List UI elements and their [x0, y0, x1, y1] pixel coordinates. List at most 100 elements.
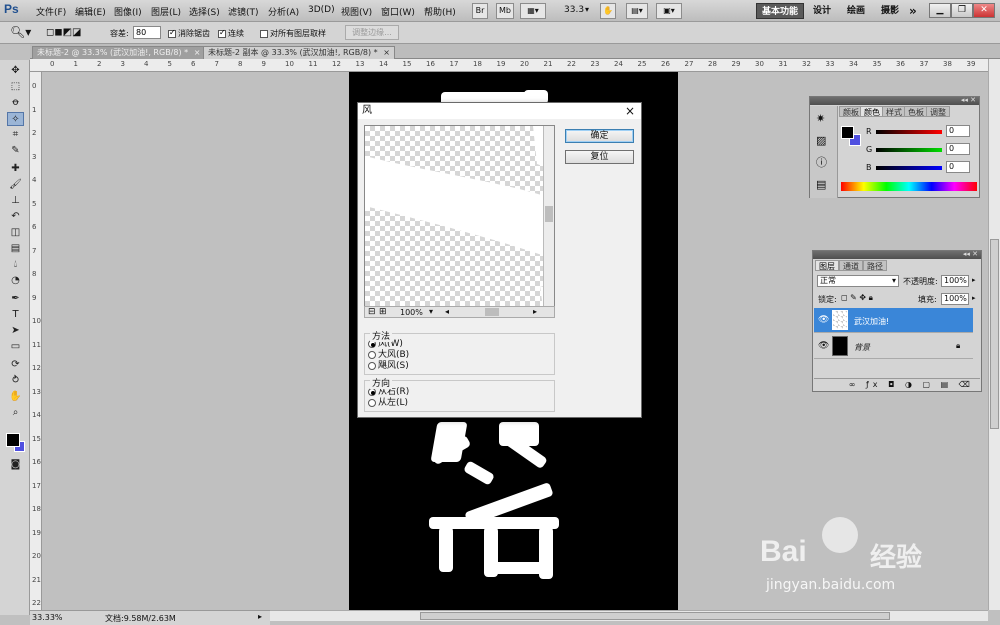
lasso-tool-icon[interactable]: ꝋ — [7, 96, 24, 110]
stamp-tool-icon[interactable]: ⊥ — [7, 194, 24, 208]
menu-window[interactable]: 窗口(W) — [381, 5, 415, 18]
preview-scroll-thumb[interactable] — [545, 206, 553, 222]
panel-collapse-icon[interactable]: ◂◂ ✕ — [961, 96, 976, 104]
menu-3d[interactable]: 3D(D) — [308, 5, 335, 15]
status-arrow-icon[interactable]: ▸ — [258, 612, 262, 621]
workspace-design[interactable]: 设计 — [808, 3, 836, 19]
dodge-tool-icon[interactable]: ◔ — [7, 274, 24, 288]
eraser-tool-icon[interactable]: ◫ — [7, 226, 24, 240]
layer-action-icons[interactable]: ∞ ƒx ◘ ◑ ▢ ▤ ⌫ — [849, 380, 974, 389]
fg-color-swatch[interactable] — [841, 126, 854, 139]
panel-header[interactable] — [810, 97, 979, 105]
tab-swatches[interactable]: 色板 — [904, 106, 928, 117]
horizontal-scrollbar[interactable] — [270, 610, 988, 621]
minimize-button[interactable]: ▁ — [929, 3, 951, 18]
panel-collapse-icon[interactable]: ◂◂ ✕ — [963, 250, 978, 258]
blur-tool-icon[interactable]: 💧︎ — [7, 258, 24, 272]
navigator-icon[interactable]: ✷ — [816, 112, 825, 125]
tab-paths[interactable]: 路径 — [863, 260, 887, 271]
menu-analysis[interactable]: 分析(A) — [268, 5, 299, 18]
scroll-left-icon[interactable]: ◂ — [445, 307, 449, 316]
zoom-out-icon[interactable]: ⊟ — [368, 307, 376, 317]
contiguous-checkbox[interactable]: 连续 — [218, 28, 244, 39]
pen-tool-icon[interactable]: ✒ — [7, 292, 24, 306]
magic-wand-tool-icon[interactable]: ✧ — [7, 112, 24, 126]
tab-layers[interactable]: 图层 — [815, 260, 839, 271]
tab-adjustments[interactable]: 调整 — [926, 106, 950, 117]
type-tool-icon[interactable]: T — [7, 308, 24, 322]
horizontal-scroll-thumb[interactable] — [420, 612, 890, 620]
close-app-button[interactable]: ✕ — [973, 3, 995, 18]
menu-image[interactable]: 图像(I) — [114, 5, 142, 18]
menu-help[interactable]: 帮助(H) — [424, 5, 456, 18]
status-zoom[interactable]: 33.33% — [32, 613, 63, 622]
layer-row-text[interactable]: 👁︎ 武汉加油! — [814, 308, 973, 333]
bridge-button[interactable]: Br — [472, 3, 488, 19]
brush-tool-icon[interactable]: 🖌︎ — [7, 178, 24, 192]
quick-mask-icon[interactable]: ◙ — [7, 458, 24, 472]
tab-styles[interactable]: 样式 — [882, 106, 906, 117]
histogram-icon[interactable]: ▨ — [816, 134, 826, 147]
fill-arrow-icon[interactable]: ▸ — [972, 294, 976, 302]
scroll-right-icon[interactable]: ▸ — [533, 307, 537, 316]
menu-layer[interactable]: 图层(L) — [151, 5, 181, 18]
restore-button[interactable]: ❐ — [951, 3, 973, 18]
close-tab-icon[interactable]: × — [194, 48, 201, 57]
menu-filter[interactable]: 滤镜(T) — [228, 5, 259, 18]
mini-bridge-button[interactable]: Mb — [496, 3, 514, 19]
refine-edge-button[interactable]: 调整边缘... — [345, 25, 399, 40]
reset-button[interactable]: 复位 — [565, 150, 634, 164]
dialog-close-icon[interactable]: × — [625, 104, 635, 118]
arrange-docs-button[interactable]: ▤▾ — [626, 3, 648, 19]
menu-file[interactable]: 文件(F) — [36, 5, 66, 18]
menu-view[interactable]: 视图(V) — [341, 5, 372, 18]
b-slider[interactable] — [876, 166, 942, 170]
layer-actions-bar[interactable]: ∞ ƒx ◘ ◑ ▢ ▤ ⌫ — [814, 378, 980, 391]
more-workspaces-button[interactable]: » — [904, 3, 922, 19]
healing-brush-tool-icon[interactable]: ✚ — [7, 162, 24, 176]
eyedropper-tool-icon[interactable]: ✎ — [7, 144, 24, 158]
method-blast-radio[interactable]: 大风(B) — [368, 350, 409, 361]
tolerance-input[interactable] — [133, 26, 161, 39]
anti-alias-checkbox[interactable]: 消除锯齿 — [168, 28, 210, 39]
tab-channels[interactable]: 通道 — [839, 260, 863, 271]
layer-row-background[interactable]: 👁︎ 背景 🔒︎ — [814, 334, 973, 359]
zoom-dropdown-icon[interactable]: ▾ — [429, 307, 433, 316]
fill-value[interactable]: 100% — [941, 293, 969, 305]
r-value[interactable]: 0 — [946, 125, 970, 137]
blend-mode-select[interactable]: 正常 ▾ — [817, 275, 899, 287]
hand-tool-button[interactable]: ✋ — [600, 3, 616, 19]
view-extras-button[interactable]: ▦▾ — [520, 3, 546, 19]
b-value[interactable]: 0 — [946, 161, 970, 173]
eye-icon[interactable]: 👁︎ — [818, 315, 829, 325]
path-selection-tool-icon[interactable]: ➤ — [7, 324, 24, 338]
vertical-scrollbar[interactable] — [988, 59, 1000, 610]
zoom-in-icon[interactable]: ⊞ — [379, 307, 387, 317]
vertical-scroll-thumb[interactable] — [990, 239, 999, 429]
preview-hscroll-thumb[interactable] — [485, 308, 499, 316]
zoom-level[interactable]: 33.3 — [564, 5, 584, 15]
tab-document-2[interactable]: 未标题-2 副本 @ 33.3% (武汉加油!, RGB/8) * × — [203, 46, 395, 59]
zoom-dropdown-icon[interactable]: ▾ — [585, 5, 589, 14]
opacity-value[interactable]: 100% — [941, 275, 969, 287]
panel-header[interactable] — [813, 251, 981, 259]
close-tab-icon[interactable]: × — [383, 48, 390, 57]
g-slider[interactable] — [876, 148, 942, 152]
tab-document-1[interactable]: 未标题-2 @ 33.3% (武汉加油!, RGB/8) * × — [32, 46, 206, 59]
opacity-arrow-icon[interactable]: ▸ — [972, 276, 976, 284]
workspace-photography[interactable]: 摄影 — [876, 3, 904, 19]
crop-tool-icon[interactable]: ⌗ — [7, 128, 24, 142]
workspace-basic[interactable]: 基本功能 — [756, 3, 805, 19]
screen-mode-button[interactable]: ▣▾ — [656, 3, 682, 19]
hand-tool-icon[interactable]: ✋ — [7, 390, 24, 404]
color-swatches[interactable] — [4, 425, 28, 452]
layer-name[interactable]: 武汉加油! — [854, 316, 889, 327]
3d-rotate-tool-icon[interactable]: ⟳ — [7, 358, 24, 372]
move-tool-icon[interactable]: ✥ — [7, 64, 24, 78]
g-value[interactable]: 0 — [946, 143, 970, 155]
magic-wand-preset-icon[interactable]: 🔍︎▾ — [10, 25, 31, 39]
method-stagger-radio[interactable]: 飓风(S) — [368, 361, 409, 372]
lock-icons[interactable]: ◻ ✎ ✥ 🔒︎ — [841, 293, 873, 303]
gradient-tool-icon[interactable]: ▤ — [7, 242, 24, 256]
shape-tool-icon[interactable]: ▭ — [7, 340, 24, 354]
